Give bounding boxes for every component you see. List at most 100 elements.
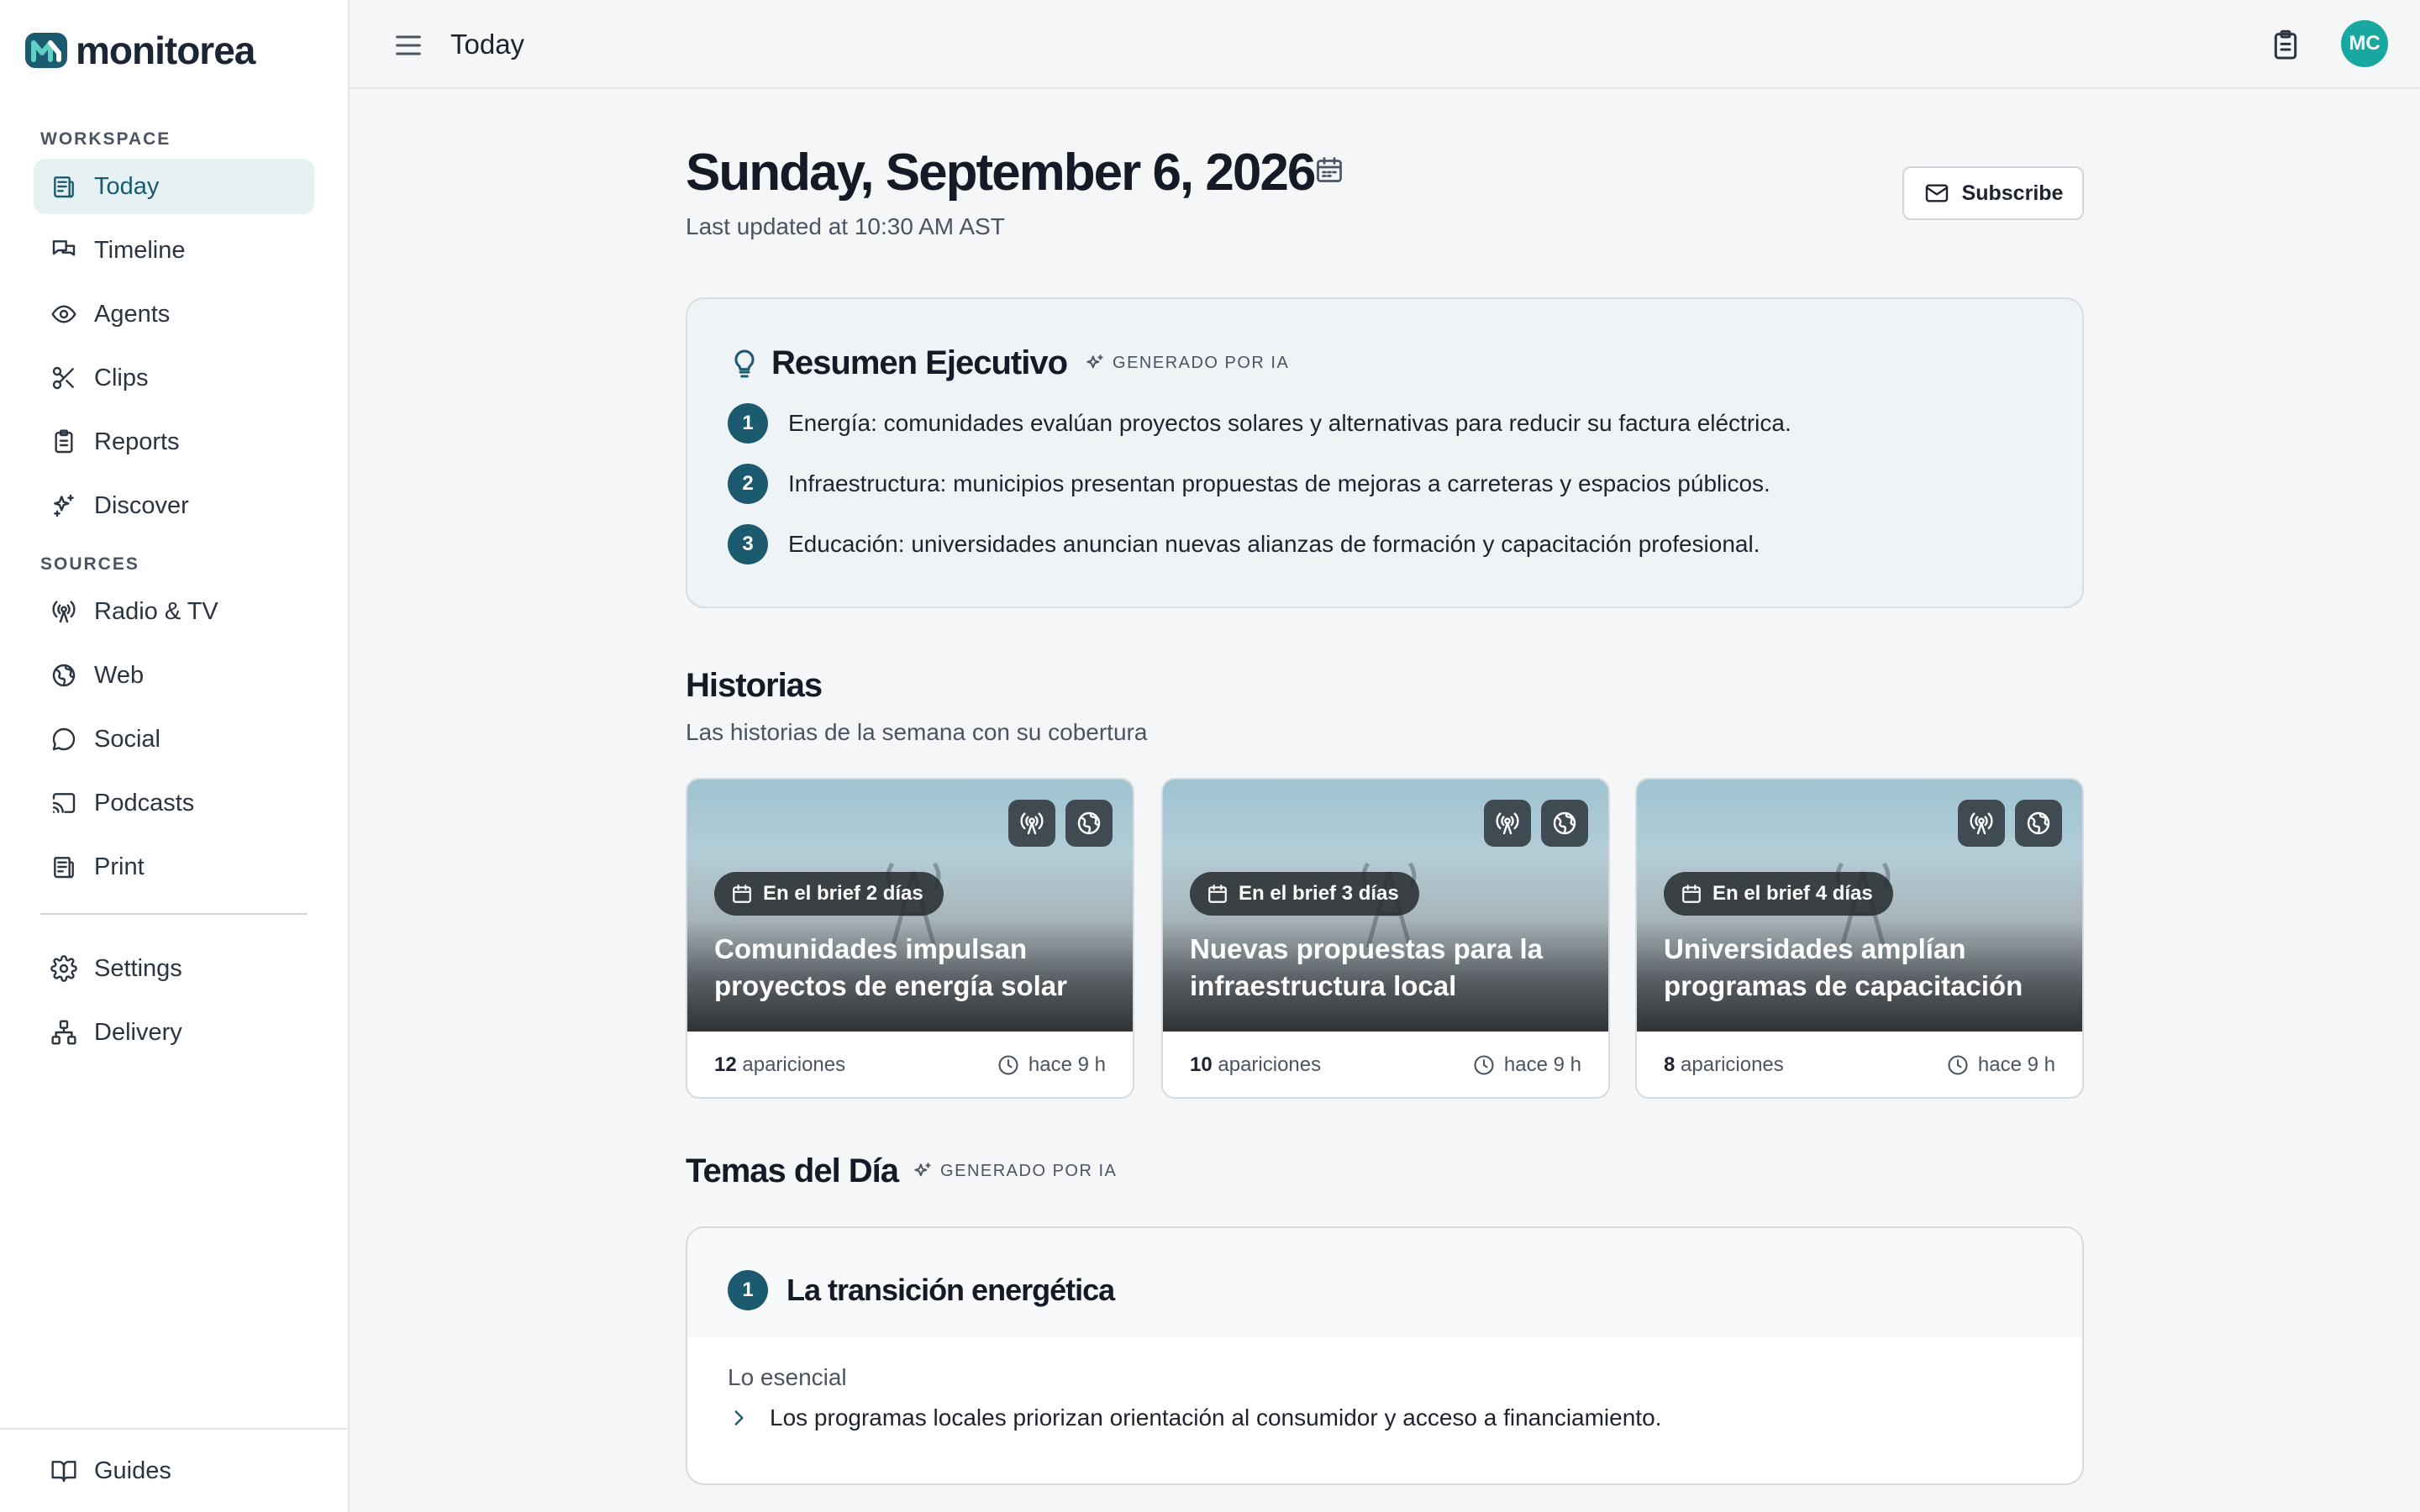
sidebar-item-web[interactable]: Web [34, 648, 314, 703]
broadcast-icon [52, 601, 76, 623]
summary-header: Resumen Ejecutivo GENERADO POR IA [728, 344, 1289, 382]
essentials-label: Lo esencial [728, 1364, 847, 1390]
ai-generated-tag: GENERADO POR IA [1084, 353, 1289, 375]
sidebar-item-today[interactable]: Today [34, 159, 314, 214]
ai-tag-label: GENERADO POR IA [940, 1162, 1118, 1180]
source-icons [1958, 800, 2062, 847]
book-icon [51, 1461, 76, 1483]
story-image: En el brief 4 días Universidades amplían… [1637, 780, 2082, 1032]
mentions-count: 10 apariciones [1190, 1053, 1321, 1077]
executive-summary-card: Resumen Ejecutivo GENERADO POR IA 1 Ener… [686, 297, 2084, 608]
sidebar-item-label: Print [94, 853, 145, 880]
newspaper-icon [54, 176, 74, 198]
chat-bubble-icon [52, 727, 76, 751]
story-title: Universidades amplían programas de capac… [1664, 933, 2023, 1001]
sidebar-item-print[interactable]: Print [34, 839, 314, 895]
sidebar-item-settings[interactable]: Settings [34, 941, 314, 996]
sidebar-item-label: Podcasts [94, 789, 195, 816]
summary-item: 3 Educación: universidades anuncian nuev… [728, 524, 1760, 564]
sources-section-label: SOURCES [40, 554, 139, 574]
calendar-icon [1208, 885, 1227, 903]
last-updated-text: Last updated at 10:30 AM AST [686, 213, 1005, 239]
source-radio-tv-badge [1484, 800, 1531, 847]
clipboard-icon[interactable] [2269, 29, 2302, 62]
sidebar-item-agents[interactable]: Agents [34, 286, 314, 342]
sidebar-item-label: Clips [94, 364, 149, 391]
subscribe-button[interactable]: Subscribe [1902, 166, 2084, 220]
brief-duration-text: En el brief 4 días [1712, 882, 1873, 905]
summary-item-number: 3 [728, 524, 768, 564]
calendar-icon [1682, 885, 1701, 903]
calendar-icon[interactable] [1314, 155, 1344, 185]
mentions-number: 8 [1664, 1053, 1676, 1076]
ai-generated-tag: GENERADO POR IA [912, 1161, 1117, 1183]
summary-item-number: 2 [728, 464, 768, 504]
brief-duration-badge: En el brief 4 días [1664, 872, 1893, 916]
clipboard-icon [55, 429, 73, 454]
sparkles-icon [1086, 354, 1103, 368]
summary-item-text: Educación: universidades anuncian nuevas… [788, 531, 1760, 557]
globe-icon [1553, 811, 1576, 835]
sidebar-item-reports[interactable]: Reports [34, 414, 314, 470]
clock-icon [998, 1055, 1018, 1075]
sidebar-item-guides[interactable]: Guides [34, 1443, 314, 1499]
eye-icon [51, 305, 76, 323]
topics-header: Temas del Día GENERADO POR IA [686, 1152, 1117, 1190]
story-time-text: hace 9 h [1977, 1053, 2055, 1076]
sidebar-item-social[interactable]: Social [34, 711, 314, 767]
mentions-number: 10 [1190, 1053, 1213, 1076]
avatar[interactable]: MC [2341, 20, 2388, 67]
sidebar-item-discover[interactable]: Discover [34, 478, 314, 533]
newspaper-icon [54, 857, 74, 879]
story-image: En el brief 2 días Comunidades impulsan … [687, 780, 1133, 1032]
topic-card[interactable]: 1 La transición energética Lo esencial L… [686, 1226, 2084, 1485]
sidebar-item-timeline[interactable]: Timeline [34, 223, 314, 278]
ai-tag-label: GENERADO POR IA [1113, 354, 1290, 372]
story-image: En el brief 3 días Nuevas propuestas par… [1163, 780, 1608, 1032]
cast-icon [52, 793, 76, 813]
logo-text: monitorea [76, 29, 255, 72]
sidebar-item-delivery[interactable]: Delivery [34, 1005, 314, 1060]
workspace-section-label: WORKSPACE [40, 129, 171, 149]
hamburger-menu-icon[interactable] [392, 29, 425, 62]
summary-item-text: Infraestructura: municipios presentan pr… [788, 470, 1770, 496]
brief-duration-badge: En el brief 2 días [714, 872, 944, 916]
clock-icon [1948, 1055, 1968, 1075]
sparkles-icon [54, 494, 74, 517]
sidebar-item-podcasts[interactable]: Podcasts [34, 775, 314, 831]
story-time: hace 9 h [1472, 1053, 1581, 1077]
broadcast-icon [1496, 812, 1519, 835]
globe-icon [1077, 811, 1101, 835]
story-footer: 10 apariciones hace 9 h [1190, 1032, 1581, 1097]
network-icon [51, 1020, 76, 1045]
story-card[interactable]: En el brief 4 días Universidades amplían… [1635, 778, 2084, 1099]
topic-header: 1 La transición energética [728, 1270, 1115, 1310]
sidebar-item-radio-tv[interactable]: Radio & TV [34, 584, 314, 639]
source-web-badge [1541, 800, 1588, 847]
chevron-right-icon [734, 1410, 744, 1425]
sidebar-item-clips[interactable]: Clips [34, 350, 314, 406]
topic-title: La transición energética [786, 1273, 1115, 1307]
date-heading: Sunday, September 6, 2026 [686, 144, 1316, 202]
sidebar-item-label: Radio & TV [94, 597, 218, 625]
sidebar-item-label: Delivery [94, 1018, 182, 1046]
sidebar-item-label: Discover [94, 491, 189, 519]
story-card[interactable]: En el brief 2 días Comunidades impulsan … [686, 778, 1134, 1099]
sidebar-item-label: Social [94, 725, 160, 753]
sidebar-item-label: Guides [94, 1457, 171, 1484]
scissors-icon [52, 366, 74, 390]
globe-icon [2027, 811, 2050, 835]
main-content: Sunday, September 6, 2026 Last updated a… [350, 89, 2420, 1512]
clock-icon [1474, 1055, 1494, 1075]
logo[interactable]: monitorea [24, 25, 255, 76]
mentions-count: 12 apariciones [714, 1053, 845, 1077]
mentions-label: apariciones [1681, 1053, 1784, 1076]
sidebar-divider [40, 913, 308, 915]
sidebar-item-label: Agents [94, 300, 171, 328]
source-radio-tv-badge [1008, 800, 1055, 847]
story-time-text: hace 9 h [1028, 1053, 1106, 1076]
story-card[interactable]: En el brief 3 días Nuevas propuestas par… [1161, 778, 1610, 1099]
source-web-badge [1065, 800, 1113, 847]
monitorea-logo-icon [25, 33, 67, 68]
mentions-count: 8 apariciones [1664, 1053, 1784, 1077]
